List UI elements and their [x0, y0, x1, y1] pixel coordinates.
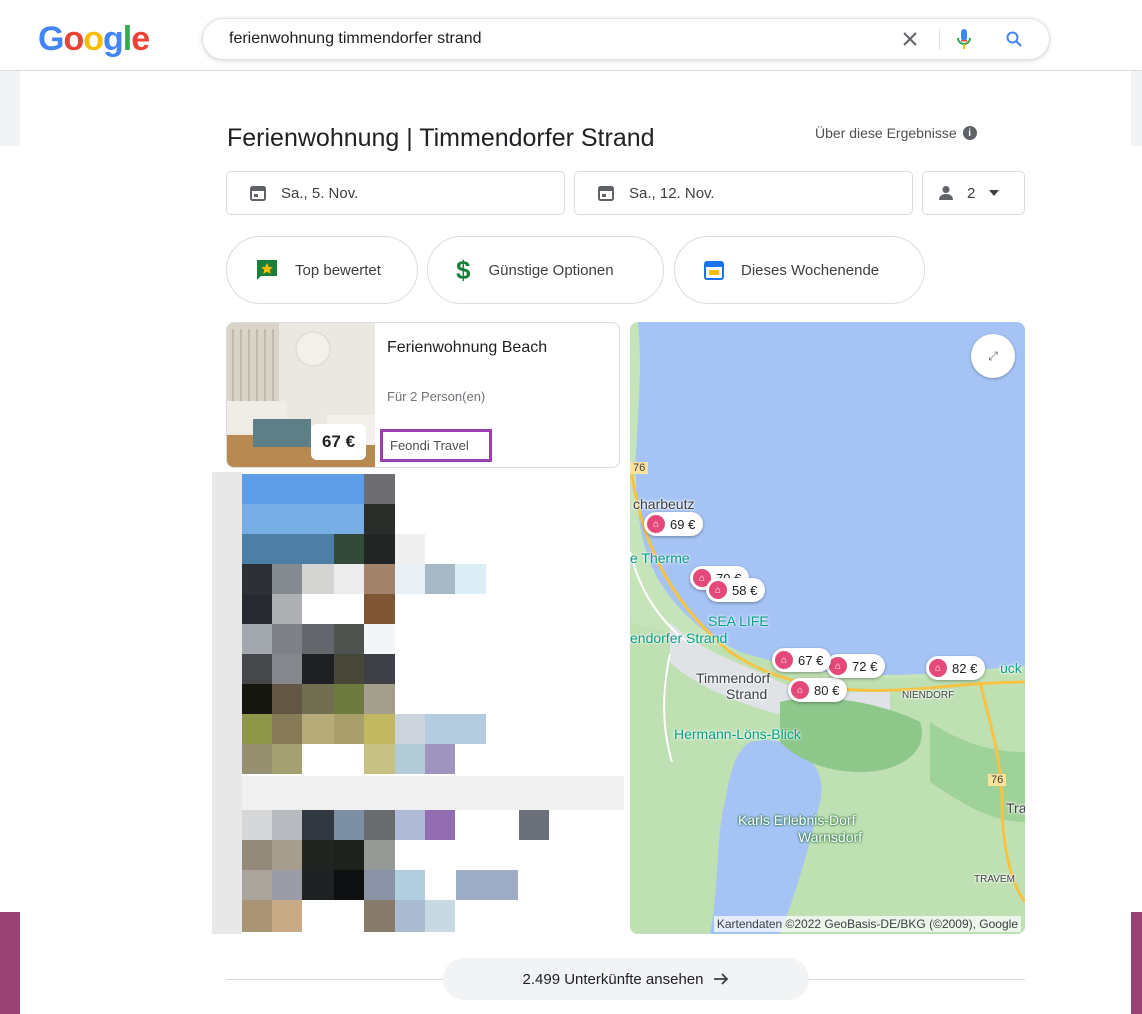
arrow-right-icon	[714, 973, 729, 985]
checkout-date-field[interactable]: Sa., 12. Nov.	[574, 171, 913, 215]
map-label-tra: Tra	[1006, 800, 1025, 816]
chip-label: Günstige Optionen	[488, 261, 614, 279]
map-label-travemuende: TRAVEM	[974, 874, 1015, 885]
map-label-scharbeutz: charbeutz	[633, 496, 695, 512]
logo-letter: g	[103, 20, 124, 58]
map-label-hermann-loens-blick: Hermann-Löns-Blick	[674, 726, 801, 742]
about-results-link[interactable]: Über diese Ergebnisse i	[815, 125, 977, 141]
map-label-timmendorf: Timmendorf	[696, 670, 771, 686]
map-label-warnsdorf: Warnsdorf	[798, 829, 863, 845]
side-band-left	[0, 912, 20, 1014]
house-icon: ⌂	[647, 515, 665, 533]
listing-photo[interactable]: 67 €	[227, 323, 375, 467]
search-divider	[939, 28, 940, 50]
divider-left	[226, 979, 443, 980]
chevron-down-icon	[989, 190, 1000, 196]
logo-letter: o	[63, 20, 84, 58]
pin-price: 69 €	[670, 516, 696, 532]
chip-cheap-options[interactable]: $ Günstige Optionen	[427, 236, 664, 304]
provider-label: Feondi Travel	[390, 438, 469, 453]
map-label-sealife: SEA LIFE	[708, 613, 769, 629]
chip-label: Dieses Wochenende	[741, 261, 880, 279]
divider-right	[809, 979, 1025, 980]
calendar-icon	[598, 186, 614, 201]
star-flag-icon	[257, 260, 277, 280]
road-sign-76b: 76	[988, 774, 1007, 786]
logo-letter: l	[122, 20, 133, 58]
guests-value: 2	[967, 184, 976, 202]
view-all-listings-button[interactable]: 2.499 Unterkünfte ansehen	[443, 958, 809, 1000]
road-sign-76: 76	[630, 462, 649, 474]
pixelated-listings	[212, 472, 626, 934]
house-icon: ⌂	[709, 581, 727, 599]
pin-price: 67 €	[798, 652, 824, 668]
map-price-pin[interactable]: ⌂ 72 €	[826, 654, 886, 678]
google-logo[interactable]: Google	[38, 20, 150, 59]
house-icon: ⌂	[791, 681, 809, 699]
chip-this-weekend[interactable]: Dieses Wochenende	[674, 236, 925, 304]
person-icon	[939, 186, 953, 200]
listing-provider[interactable]: Feondi Travel	[380, 429, 492, 462]
about-results-label: Über diese Ergebnisse	[815, 125, 957, 141]
house-icon: ⌂	[775, 651, 793, 669]
map-price-pin[interactable]: ⌂ 58 €	[706, 578, 766, 602]
fullscreen-expand-icon[interactable]: ⤢	[971, 334, 1015, 378]
map-label-strand: Strand	[726, 686, 768, 702]
map-price-pin[interactable]: ⌂ 69 €	[644, 512, 704, 536]
listing-price: 67 €	[311, 424, 366, 460]
map-label-brueck: ück	[1000, 660, 1022, 676]
dollar-icon: $	[456, 254, 471, 285]
search-icon[interactable]	[1001, 26, 1027, 52]
result-title: Ferienwohnung | Timmendorfer Strand	[227, 124, 655, 152]
calendar-icon	[250, 186, 266, 201]
map-label-therme: e Therme	[630, 550, 690, 566]
search-input[interactable]	[227, 27, 871, 51]
info-icon: i	[962, 126, 977, 140]
chip-top-rated[interactable]: Top bewertet	[226, 236, 418, 304]
guests-dropdown[interactable]: 2	[922, 171, 1025, 215]
listing-name[interactable]: Ferienwohnung Beach	[387, 339, 547, 357]
map-price-pin[interactable]: ⌂ 82 €	[926, 656, 986, 680]
checkin-date-value: Sa., 5. Nov.	[281, 184, 359, 202]
weekend-calendar-icon	[704, 261, 724, 280]
pin-price: 82 €	[952, 660, 978, 676]
logo-letter: o	[83, 20, 104, 58]
map-price-pin[interactable]: ⌂ 80 €	[788, 678, 848, 702]
view-all-label: 2.499 Unterkünfte ansehen	[522, 970, 704, 988]
house-icon: ⌂	[829, 657, 847, 675]
house-icon: ⌂	[929, 659, 947, 677]
map-panel[interactable]: ⤢ 76 charbeutz e Therme SEA LIFE endorfe…	[630, 322, 1025, 934]
pin-price: 72 €	[852, 658, 878, 674]
microphone-icon[interactable]	[951, 26, 977, 52]
map-label-karls-erlebnis-dorf: Karls Erlebnis-Dorf	[738, 812, 856, 828]
map-attribution: Kartendaten ©2022 GeoBasis-DE/BKG (©2009…	[713, 916, 1021, 932]
side-band-right	[1131, 912, 1142, 1014]
logo-letter: G	[38, 20, 64, 58]
checkin-date-field[interactable]: Sa., 5. Nov.	[226, 171, 565, 215]
map-price-pin[interactable]: ⌂ 67 €	[772, 648, 832, 672]
pin-price: 80 €	[814, 682, 840, 698]
search-box	[202, 18, 1050, 60]
chip-label: Top bewertet	[295, 261, 381, 279]
listing-card[interactable]: 67 € Ferienwohnung Beach Für 2 Person(en…	[226, 322, 620, 468]
logo-letter: e	[131, 20, 150, 58]
map-label-timmendorfer-strand: endorfer Strand	[630, 630, 728, 646]
listing-guests: Für 2 Person(en)	[387, 389, 486, 404]
clear-icon[interactable]	[897, 26, 923, 52]
map-label-niendorf: NIENDORF	[902, 690, 955, 701]
pin-price: 58 €	[732, 582, 758, 598]
checkout-date-value: Sa., 12. Nov.	[629, 184, 715, 202]
